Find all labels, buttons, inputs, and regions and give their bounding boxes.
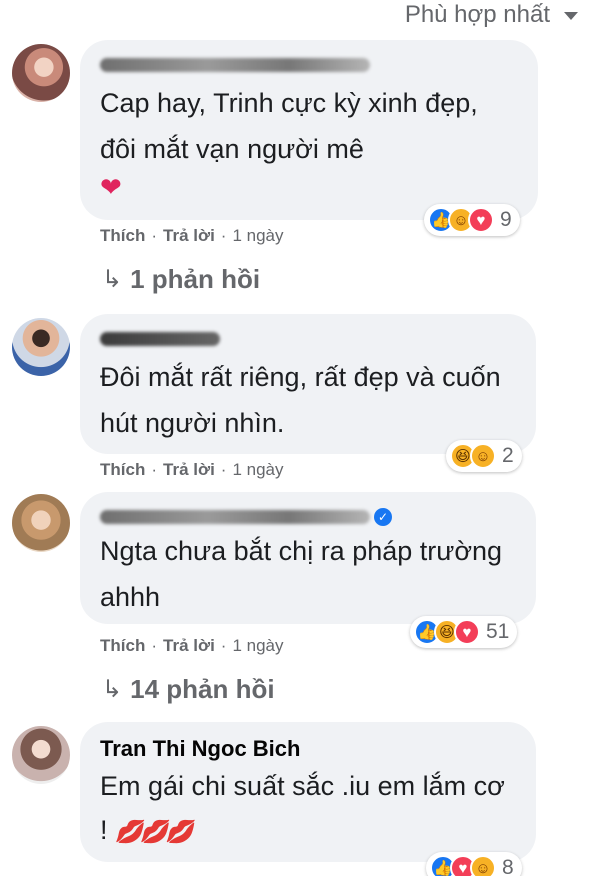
comment-actions: Thích · Trả lời · 1 ngày	[100, 460, 284, 480]
reply-arrow-icon: ↳	[102, 266, 123, 293]
care-icon: ☺	[470, 443, 496, 469]
author-row: ✓	[100, 506, 516, 528]
heart-emoji: ❤	[100, 172, 122, 202]
comment-bubble: Cap hay, Trinh cực kỳ xinh đẹp, đôi mắt …	[80, 40, 538, 220]
chevron-down-icon	[564, 12, 578, 20]
replies-label: 14 phản hồi	[130, 674, 275, 704]
reply-link[interactable]: Trả lời	[163, 460, 215, 480]
reaction-summary[interactable]: 👍 ♥ ☺ 8	[426, 852, 522, 876]
reaction-count: 51	[486, 620, 510, 643]
timestamp[interactable]: 1 ngày	[232, 226, 283, 246]
comment-text: Cap hay, Trinh cực kỳ xinh đẹp, đôi mắt …	[100, 88, 478, 164]
separator: ·	[151, 226, 158, 245]
timestamp[interactable]: 1 ngày	[232, 636, 283, 656]
verified-badge-icon: ✓	[374, 508, 392, 526]
sort-dropdown[interactable]: Phù hợp nhất	[405, 0, 578, 30]
separator: ·	[220, 460, 227, 479]
reply-link[interactable]: Trả lời	[163, 226, 215, 246]
comment-actions: Thích · Trả lời · 1 ngày	[100, 226, 284, 246]
replies-label: 1 phản hồi	[130, 264, 261, 294]
like-link[interactable]: Thích	[100, 460, 145, 480]
comment-bubble: Đôi mắt rất riêng, rất đẹp và cuốn hút n…	[80, 314, 536, 454]
reaction-summary[interactable]: 👍 😆 ♥ 51	[410, 616, 518, 648]
avatar[interactable]	[12, 318, 70, 376]
reaction-count: 8	[502, 856, 514, 876]
reaction-count: 9	[500, 208, 512, 231]
reply-arrow-icon: ↳	[102, 676, 123, 703]
comment-actions: Thích · Trả lời · 1 ngày	[100, 636, 284, 656]
separator: ·	[220, 636, 227, 655]
like-link[interactable]: Thích	[100, 226, 145, 246]
sort-label: Phù hợp nhất	[404, 1, 550, 28]
author-name-blurred[interactable]	[100, 510, 370, 524]
comment-text: Em gái chi suất sắc .iu em lắm cơ ! 💋💋💋	[100, 764, 516, 854]
comment-text: Đôi mắt rất riêng, rất đẹp và cuốn hút n…	[100, 362, 501, 438]
reaction-summary[interactable]: 👍 ☺ ♥ 9	[424, 204, 520, 236]
separator: ·	[151, 636, 158, 655]
view-replies-link[interactable]: ↳ 1 phản hồi	[102, 264, 260, 295]
care-icon: ☺	[470, 855, 496, 876]
love-icon: ♥	[454, 619, 480, 645]
author-name[interactable]: Tran Thi Ngoc Bich	[100, 734, 516, 764]
avatar[interactable]	[12, 726, 70, 784]
comment-bubble: ✓ Ngta chưa bắt chị ra pháp trường ahhh	[80, 492, 536, 624]
separator: ·	[220, 226, 227, 245]
reply-link[interactable]: Trả lời	[163, 636, 215, 656]
comment-text: Ngta chưa bắt chị ra pháp trường ahhh	[100, 536, 503, 612]
timestamp[interactable]: 1 ngày	[232, 460, 283, 480]
avatar[interactable]	[12, 494, 70, 552]
author-name-blurred[interactable]	[100, 58, 370, 72]
separator: ·	[151, 460, 158, 479]
view-replies-link[interactable]: ↳ 14 phản hồi	[102, 674, 275, 705]
kiss-emoji: 💋💋💋	[115, 819, 193, 844]
reaction-count: 2	[502, 444, 514, 467]
reaction-summary[interactable]: 😆 ☺ 2	[446, 440, 522, 472]
comment-bubble: Tran Thi Ngoc Bich Em gái chi suất sắc .…	[80, 722, 536, 862]
avatar[interactable]	[12, 44, 70, 102]
author-name-blurred[interactable]	[100, 332, 220, 346]
like-link[interactable]: Thích	[100, 636, 145, 656]
love-icon: ♥	[468, 207, 494, 233]
